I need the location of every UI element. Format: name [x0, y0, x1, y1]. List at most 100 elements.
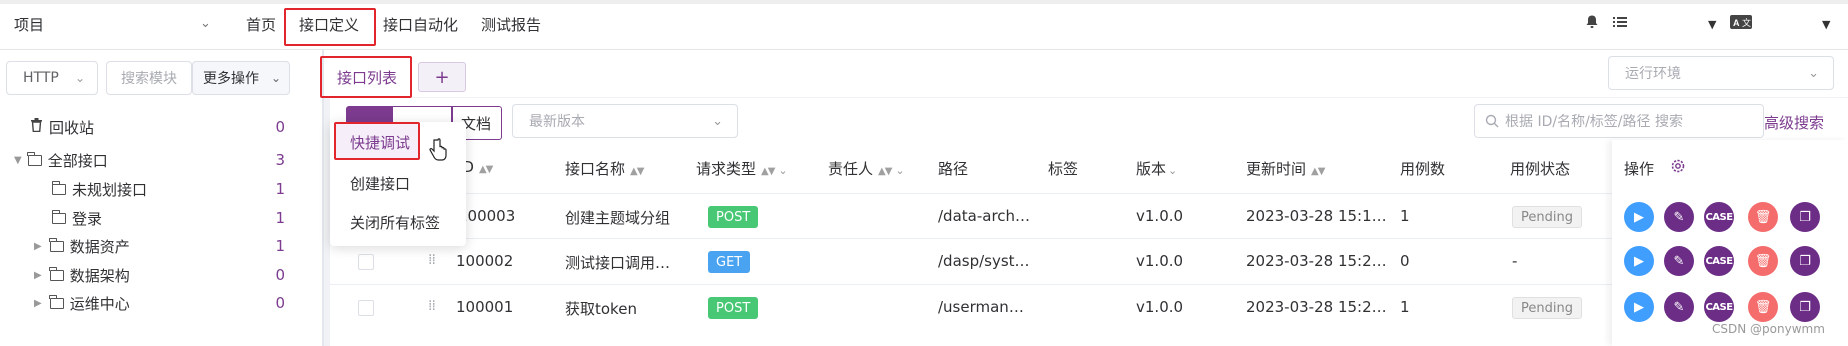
cell-id: 100002	[456, 252, 514, 270]
method-badge: POST	[708, 206, 759, 228]
cell-name[interactable]: 创建主题域分组	[565, 207, 670, 228]
cell-name[interactable]: 测试接口调用…	[565, 252, 670, 273]
caret-down-icon[interactable]: ▼	[1708, 18, 1716, 31]
column-header-version[interactable]: 版本 ⌄	[1136, 158, 1177, 179]
row-checkbox[interactable]	[358, 300, 374, 316]
tree-count: 0	[275, 294, 285, 312]
cell-name[interactable]: 获取token	[565, 298, 637, 319]
column-header-path: 路径	[938, 160, 969, 178]
run-button[interactable]: ▶	[1624, 292, 1654, 322]
column-header-case-count: 用例数	[1400, 160, 1446, 178]
copy-icon: ❐	[1799, 253, 1811, 269]
tree-item-data-assets[interactable]: ▶ 数据资产 1	[34, 233, 295, 259]
status-badge: Pending	[1512, 206, 1582, 228]
row-checkbox[interactable]	[358, 254, 374, 270]
tree-label: 登录	[72, 209, 103, 228]
nav-test-report[interactable]: 测试报告	[481, 14, 541, 35]
play-icon: ▶	[1634, 209, 1644, 225]
module-search-input[interactable]: 搜索模块	[106, 61, 192, 95]
search-placeholder: 根据 ID/名称/标签/路径 搜索	[1505, 114, 1683, 130]
chevron-down-icon: ⌄	[270, 71, 281, 85]
caret-right-icon[interactable]: ▶	[34, 298, 42, 309]
column-header-case-status: 用例状态	[1510, 160, 1571, 178]
tree-item-recycle-bin[interactable]: 回收站 0	[30, 114, 295, 140]
delete-button[interactable]: 🗑	[1748, 292, 1778, 322]
nav-api-definition[interactable]: 接口定义	[299, 14, 359, 35]
nav-api-automation[interactable]: 接口自动化	[383, 14, 458, 35]
svg-text:文: 文	[1742, 17, 1751, 28]
top-navbar	[0, 0, 1848, 50]
module-search-placeholder: 搜索模块	[121, 71, 177, 87]
tree-count: 0	[275, 118, 285, 136]
tree-item-data-architecture[interactable]: ▶ 数据架构 0	[34, 262, 295, 288]
task-list-icon[interactable]	[1612, 14, 1628, 34]
caret-right-icon[interactable]: ▶	[34, 270, 42, 281]
tree-count: 1	[275, 209, 285, 227]
folder-icon	[51, 209, 66, 224]
play-icon: ▶	[1634, 253, 1644, 269]
column-header-operations: 操作	[1624, 160, 1655, 178]
column-header-owner[interactable]: 责任人 ▲▼ ⌄	[828, 158, 905, 179]
nav-home[interactable]: 首页	[246, 14, 276, 35]
version-select[interactable]: 最新版本 ⌄	[512, 104, 738, 138]
add-tab-button[interactable]: +	[418, 62, 466, 92]
tree-label: 回收站	[49, 118, 95, 137]
tree-count: 3	[275, 151, 285, 169]
copy-button[interactable]: ❐	[1790, 292, 1820, 322]
menu-item-create-api[interactable]: 创建接口	[350, 173, 410, 194]
run-button[interactable]: ▶	[1624, 246, 1654, 276]
translate-icon[interactable]: A文	[1730, 14, 1752, 34]
cell-updated: 2023-03-28 15:2…	[1246, 252, 1387, 270]
case-button[interactable]: CASE	[1704, 202, 1734, 232]
folder-icon	[49, 266, 64, 281]
caret-right-icon[interactable]: ▶	[34, 241, 42, 252]
delete-button[interactable]: 🗑	[1748, 246, 1778, 276]
project-select[interactable]: 项目	[14, 14, 224, 35]
protocol-select[interactable]: HTTP ⌄	[6, 61, 98, 95]
drag-handle-icon[interactable]: ⁞⁞	[428, 252, 436, 268]
settings-icon[interactable]	[1670, 158, 1686, 178]
copy-button[interactable]: ❐	[1790, 202, 1820, 232]
chevron-down-icon: ⌄	[1808, 65, 1819, 81]
tree-item-all-apis[interactable]: ▼ 全部接口 3	[14, 147, 295, 173]
tab-api-list[interactable]: 接口列表	[322, 58, 412, 96]
menu-item-quick-debug[interactable]: 快捷调试	[350, 132, 410, 153]
tree-item-login[interactable]: 登录 1	[51, 205, 295, 231]
folder-icon	[27, 151, 42, 166]
edit-button[interactable]: ✎	[1664, 292, 1694, 322]
cell-version: v1.0.0	[1136, 252, 1184, 270]
caret-down-icon[interactable]: ▼	[1822, 18, 1830, 31]
menu-item-close-all-tabs[interactable]: 关闭所有标签	[350, 212, 440, 233]
delete-button[interactable]: 🗑	[1748, 202, 1778, 232]
column-header-method[interactable]: 请求类型 ▲▼ ⌄	[696, 158, 788, 179]
tree-label: 全部接口	[47, 151, 108, 170]
search-icon	[1485, 114, 1499, 132]
folder-icon	[51, 180, 66, 195]
case-button[interactable]: CASE	[1704, 292, 1734, 322]
method-badge: GET	[708, 251, 751, 273]
case-button[interactable]: CASE	[1704, 246, 1734, 276]
copy-button[interactable]: ❐	[1790, 246, 1820, 276]
api-search-input[interactable]: 根据 ID/名称/标签/路径 搜索	[1474, 104, 1764, 138]
cell-case-count: 1	[1400, 298, 1410, 316]
column-header-name[interactable]: 接口名称 ▲▼	[565, 158, 644, 179]
column-header-updated[interactable]: 更新时间 ▲▼	[1246, 158, 1325, 179]
run-button[interactable]: ▶	[1624, 202, 1654, 232]
advanced-search-link[interactable]: 高级搜索	[1764, 112, 1824, 133]
caret-down-icon[interactable]: ▼	[14, 155, 22, 166]
method-badge: POST	[708, 297, 759, 319]
tree-item-unplanned[interactable]: 未规划接口 1	[51, 176, 295, 202]
watermark: CSDN @ponywmm	[1712, 322, 1825, 336]
cell-case-count: 1	[1400, 207, 1410, 225]
cell-id: 100003	[458, 207, 516, 225]
edit-icon: ✎	[1673, 209, 1685, 225]
more-operations-dropdown[interactable]: 更多操作 ⌄	[192, 61, 290, 95]
bell-icon[interactable]	[1584, 14, 1600, 34]
chevron-down-icon[interactable]: ⌄	[200, 16, 211, 31]
edit-button[interactable]: ✎	[1664, 246, 1694, 276]
environment-select[interactable]: 运行环境 ⌄	[1608, 56, 1834, 90]
edit-button[interactable]: ✎	[1664, 202, 1694, 232]
tree-item-ops-center[interactable]: ▶ 运维中心 0	[34, 290, 295, 316]
drag-handle-icon[interactable]: ⁞⁞	[428, 298, 436, 314]
cell-path: /dasp/syst…	[938, 252, 1030, 270]
